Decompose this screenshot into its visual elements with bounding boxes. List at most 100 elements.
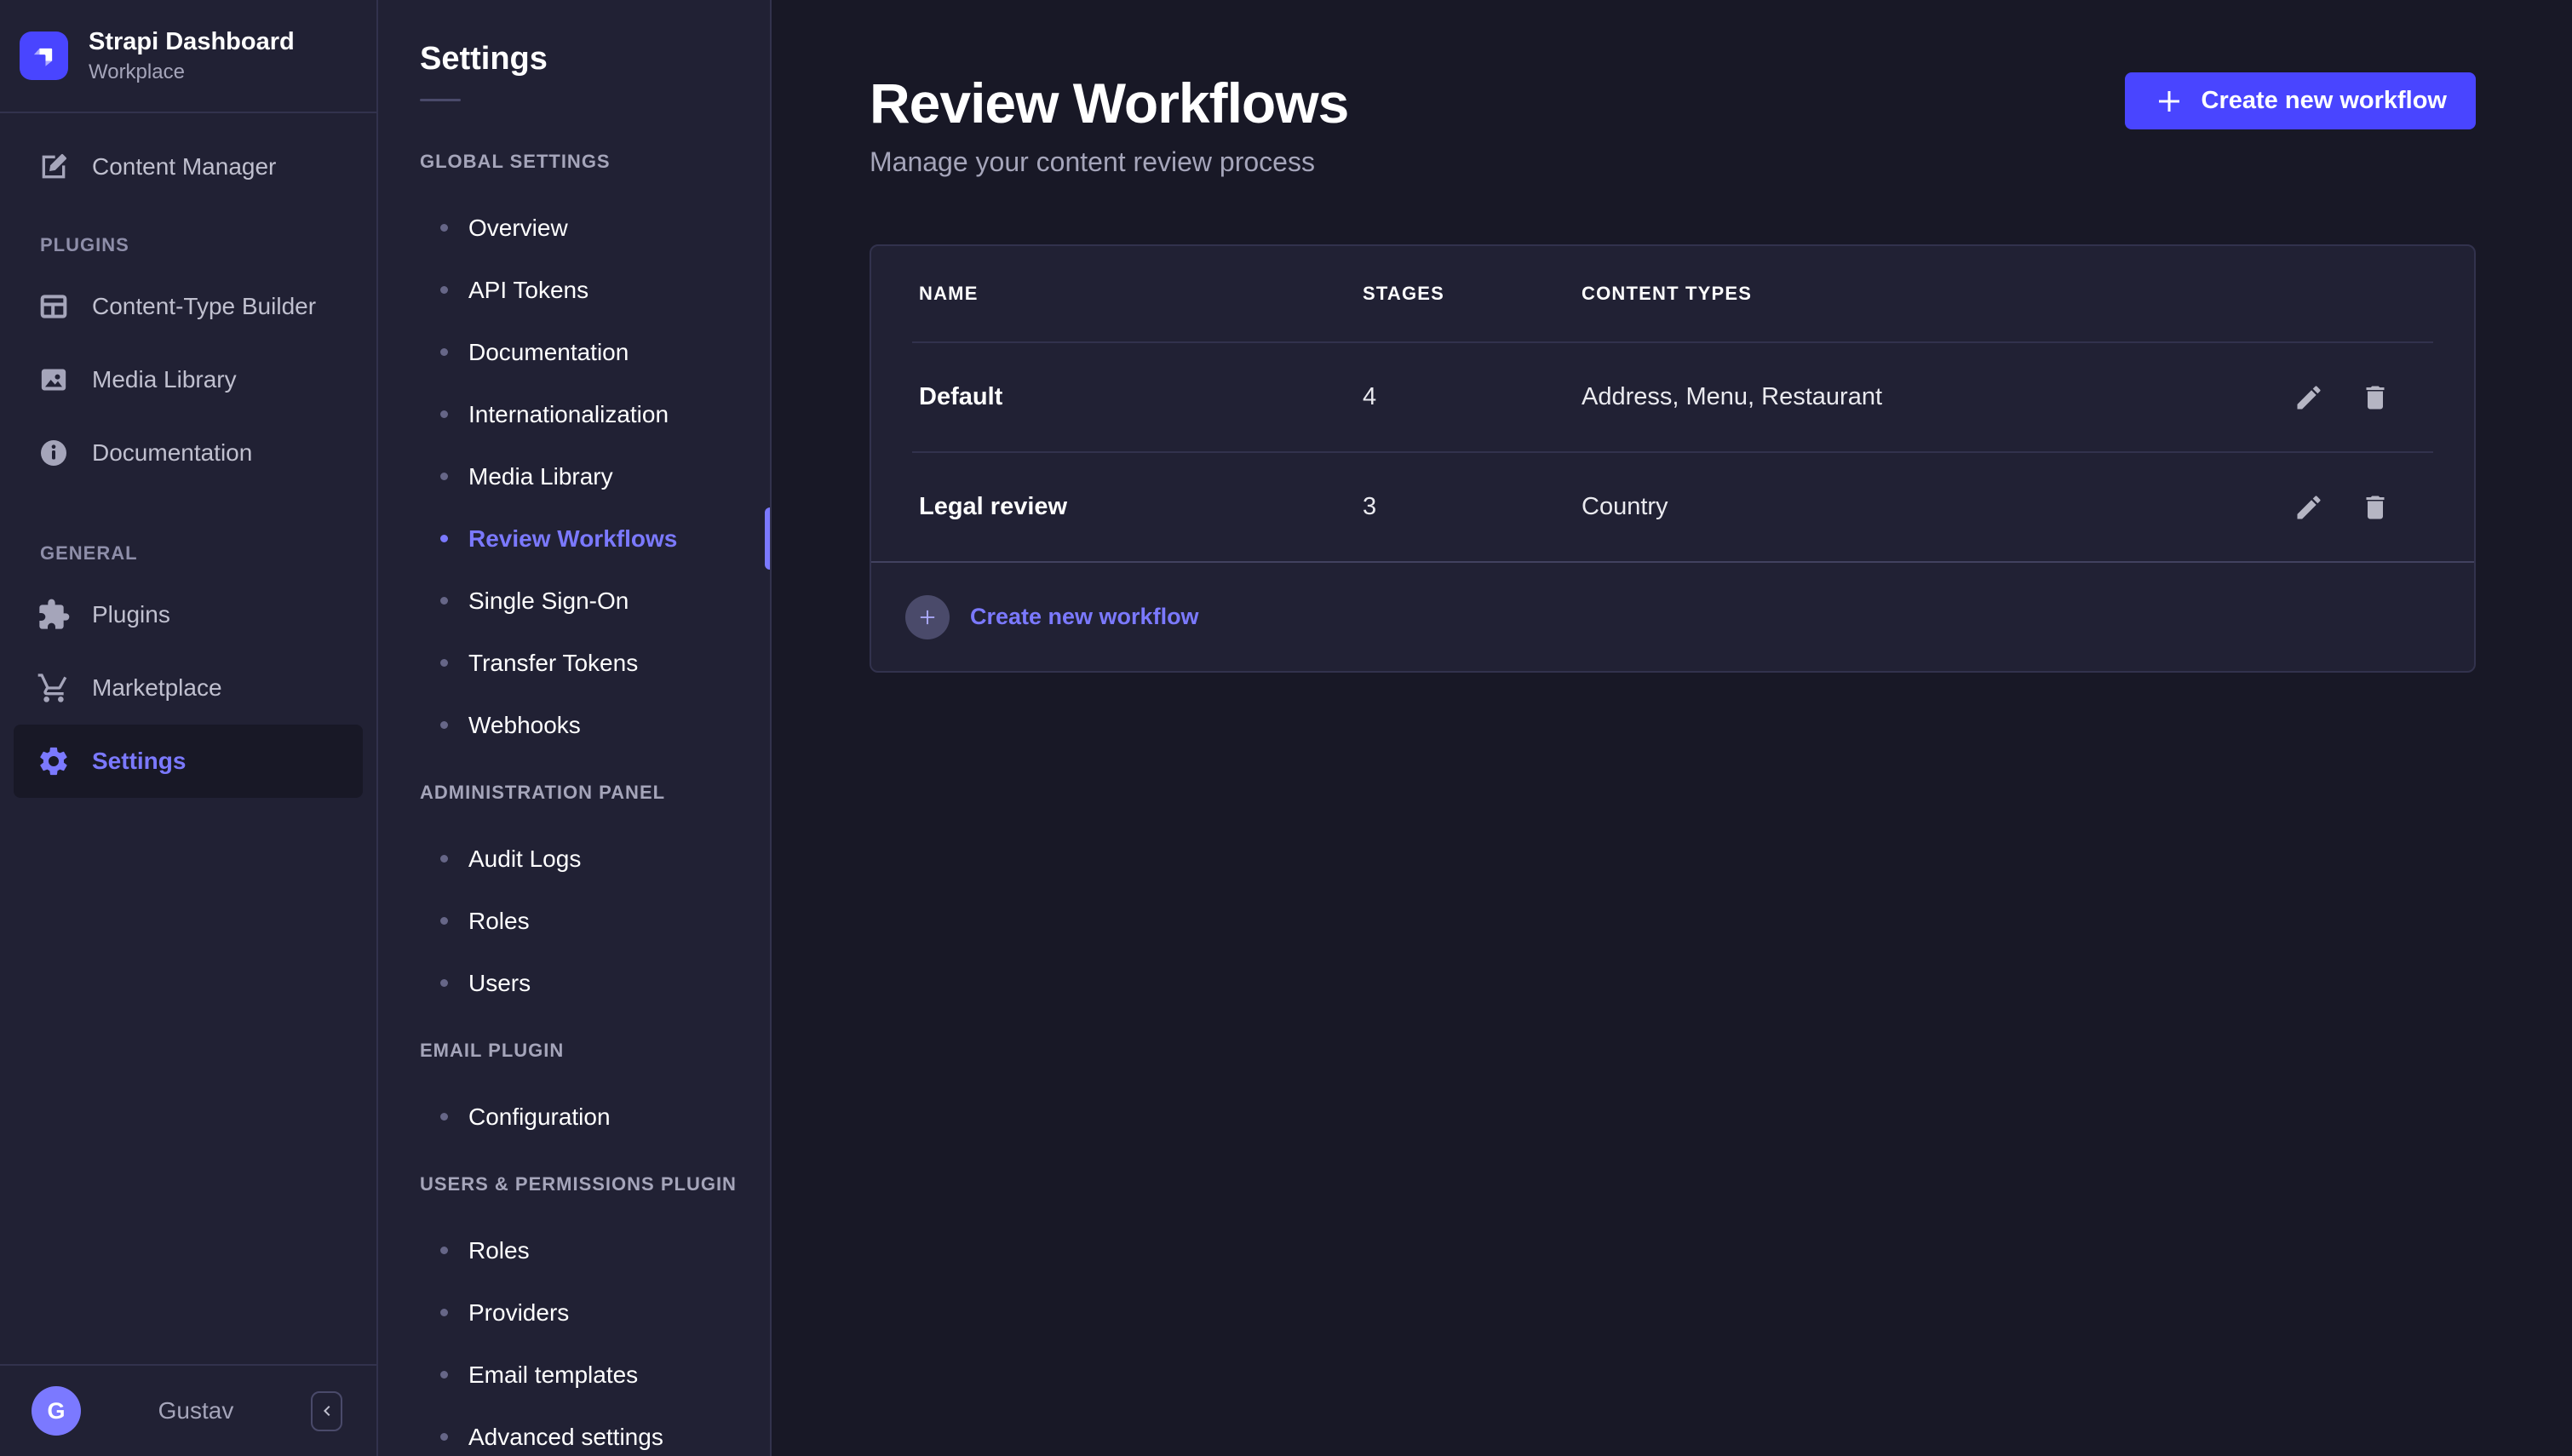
subnav-section-label: EMAIL PLUGIN xyxy=(420,1041,770,1060)
subnav-item-documentation[interactable]: Documentation xyxy=(378,321,770,383)
chevron-left-icon xyxy=(317,1401,337,1421)
subnav-item-users[interactable]: Users xyxy=(378,952,770,1014)
table-header-row: NAME STAGES CONTENT TYPES xyxy=(871,246,2474,341)
sidebar-item-label: Documentation xyxy=(92,439,252,467)
subnav-item-admin-roles[interactable]: Roles xyxy=(378,890,770,952)
info-circle-icon xyxy=(36,435,72,471)
bullet-icon xyxy=(440,979,448,987)
column-header-stages: STAGES xyxy=(1363,283,1582,305)
subnav-item-configuration[interactable]: Configuration xyxy=(378,1086,770,1148)
bullet-icon xyxy=(440,721,448,729)
bullet-icon xyxy=(440,597,448,605)
bullet-icon xyxy=(440,286,448,294)
subnav-item-review-workflows[interactable]: Review Workflows xyxy=(378,507,770,570)
sidebar-item-plugins[interactable]: Plugins xyxy=(14,578,363,651)
subnav-section-label: USERS & PERMISSIONS PLUGIN xyxy=(420,1175,770,1194)
subnav-group-users-permissions-plugin: USERS & PERMISSIONS PLUGIN Roles Provide… xyxy=(378,1175,770,1456)
subnav-item-internationalization[interactable]: Internationalization xyxy=(378,383,770,445)
row-actions xyxy=(2248,490,2426,525)
workflows-table: NAME STAGES CONTENT TYPES Default 4 Addr… xyxy=(870,244,2476,673)
create-workflow-button[interactable]: Create new workflow xyxy=(2125,72,2476,129)
subnav-divider xyxy=(420,99,461,101)
bullet-icon xyxy=(440,1247,448,1254)
user-avatar[interactable]: G xyxy=(32,1386,81,1436)
table-row[interactable]: Legal review 3 Country xyxy=(871,453,2474,561)
subnav-item-up-roles[interactable]: Roles xyxy=(378,1219,770,1281)
workflow-content-types: Address, Menu, Restaurant xyxy=(1582,383,2248,411)
plus-circle-icon xyxy=(905,595,950,639)
page-title: Review Workflows xyxy=(870,72,1348,134)
subnav-item-advanced-settings[interactable]: Advanced settings xyxy=(378,1406,770,1456)
subnav-item-media-library[interactable]: Media Library xyxy=(378,445,770,507)
strapi-logo-icon xyxy=(20,32,68,80)
sidebar-item-marketplace[interactable]: Marketplace xyxy=(14,651,363,725)
subnav-title: Settings xyxy=(420,41,770,77)
collapse-sidebar-button[interactable] xyxy=(311,1391,342,1431)
column-header-content-types: CONTENT TYPES xyxy=(1582,283,2248,305)
strapi-app: Strapi Dashboard Workplace Content Manag… xyxy=(0,0,2572,1456)
edit-workflow-button[interactable] xyxy=(2292,490,2326,525)
bullet-icon xyxy=(440,473,448,480)
table-row[interactable]: Default 4 Address, Menu, Restaurant xyxy=(871,343,2474,451)
subnav-section-label: ADMINISTRATION PANEL xyxy=(420,783,770,802)
sidebar-item-label: Settings xyxy=(92,748,186,775)
bullet-icon xyxy=(440,224,448,232)
sidebar-item-media-library[interactable]: Media Library xyxy=(14,343,363,416)
workspace-brand[interactable]: Strapi Dashboard Workplace xyxy=(0,0,376,113)
bullet-icon xyxy=(440,1113,448,1121)
nav-group-plugins: PLUGINS Content-Type Builder Media Libra… xyxy=(0,234,376,490)
column-header-name: NAME xyxy=(919,283,1363,305)
workspace-title: Strapi Dashboard xyxy=(89,27,295,57)
nav-group-general: GENERAL Plugins Marketplace xyxy=(0,542,376,798)
table-footer-create-workflow[interactable]: Create new workflow xyxy=(871,561,2474,671)
subnav-item-audit-logs[interactable]: Audit Logs xyxy=(378,828,770,890)
bullet-icon xyxy=(440,659,448,667)
sidebar-item-label: Media Library xyxy=(92,366,237,393)
subnav-group-global-settings: GLOBAL SETTINGS Overview API Tokens Docu… xyxy=(378,152,770,756)
workspace-subtitle: Workplace xyxy=(89,60,295,84)
sidebar-item-settings[interactable]: Settings xyxy=(14,725,363,798)
nav-section-label: GENERAL xyxy=(40,542,376,565)
subnav-group-email-plugin: EMAIL PLUGIN Configuration xyxy=(378,1041,770,1148)
subnav-item-transfer-tokens[interactable]: Transfer Tokens xyxy=(378,632,770,694)
bullet-icon xyxy=(440,1371,448,1379)
sidebar-item-content-manager[interactable]: Content Manager xyxy=(14,130,363,203)
sidebar-item-documentation[interactable]: Documentation xyxy=(14,416,363,490)
delete-workflow-button[interactable] xyxy=(2358,381,2392,415)
puzzle-icon xyxy=(36,597,72,633)
bullet-icon xyxy=(440,535,448,542)
sidebar-item-content-type-builder[interactable]: Content-Type Builder xyxy=(14,270,363,343)
content-manager-icon xyxy=(36,149,72,185)
subnav-item-providers[interactable]: Providers xyxy=(378,1281,770,1344)
subnav-item-email-templates[interactable]: Email templates xyxy=(378,1344,770,1406)
main-nav: Content Manager PLUGINS Content-Type Bui… xyxy=(0,113,376,1364)
workflow-stages: 3 xyxy=(1363,493,1582,521)
settings-subnav: Settings GLOBAL SETTINGS Overview API To… xyxy=(378,0,772,1456)
subnav-item-webhooks[interactable]: Webhooks xyxy=(378,694,770,756)
user-menu: G Gustav xyxy=(0,1364,376,1456)
main-content: Review Workflows Manage your content rev… xyxy=(772,0,2572,1456)
workflow-stages: 4 xyxy=(1363,383,1582,411)
bullet-icon xyxy=(440,348,448,356)
subnav-item-api-tokens[interactable]: API Tokens xyxy=(378,259,770,321)
subnav-item-single-sign-on[interactable]: Single Sign-On xyxy=(378,570,770,632)
delete-workflow-button[interactable] xyxy=(2358,490,2392,525)
pencil-icon xyxy=(2294,492,2324,523)
footer-create-label: Create new workflow xyxy=(970,604,1199,630)
pencil-icon xyxy=(2294,382,2324,413)
nav-section-label: PLUGINS xyxy=(40,234,376,256)
trash-icon xyxy=(2360,492,2391,523)
page-header: Review Workflows Manage your content rev… xyxy=(870,72,2476,176)
shopping-cart-icon xyxy=(36,670,72,706)
workflow-content-types: Country xyxy=(1582,493,2248,521)
plus-icon xyxy=(2154,86,2184,117)
page-heading-block: Review Workflows Manage your content rev… xyxy=(870,72,1348,176)
subnav-item-overview[interactable]: Overview xyxy=(378,197,770,259)
subnav-group-administration-panel: ADMINISTRATION PANEL Audit Logs Roles Us… xyxy=(378,783,770,1014)
row-actions xyxy=(2248,381,2426,415)
edit-workflow-button[interactable] xyxy=(2292,381,2326,415)
bullet-icon xyxy=(440,855,448,863)
user-name: Gustav xyxy=(81,1397,311,1424)
main-sidebar: Strapi Dashboard Workplace Content Manag… xyxy=(0,0,378,1456)
sidebar-item-label: Marketplace xyxy=(92,674,222,702)
